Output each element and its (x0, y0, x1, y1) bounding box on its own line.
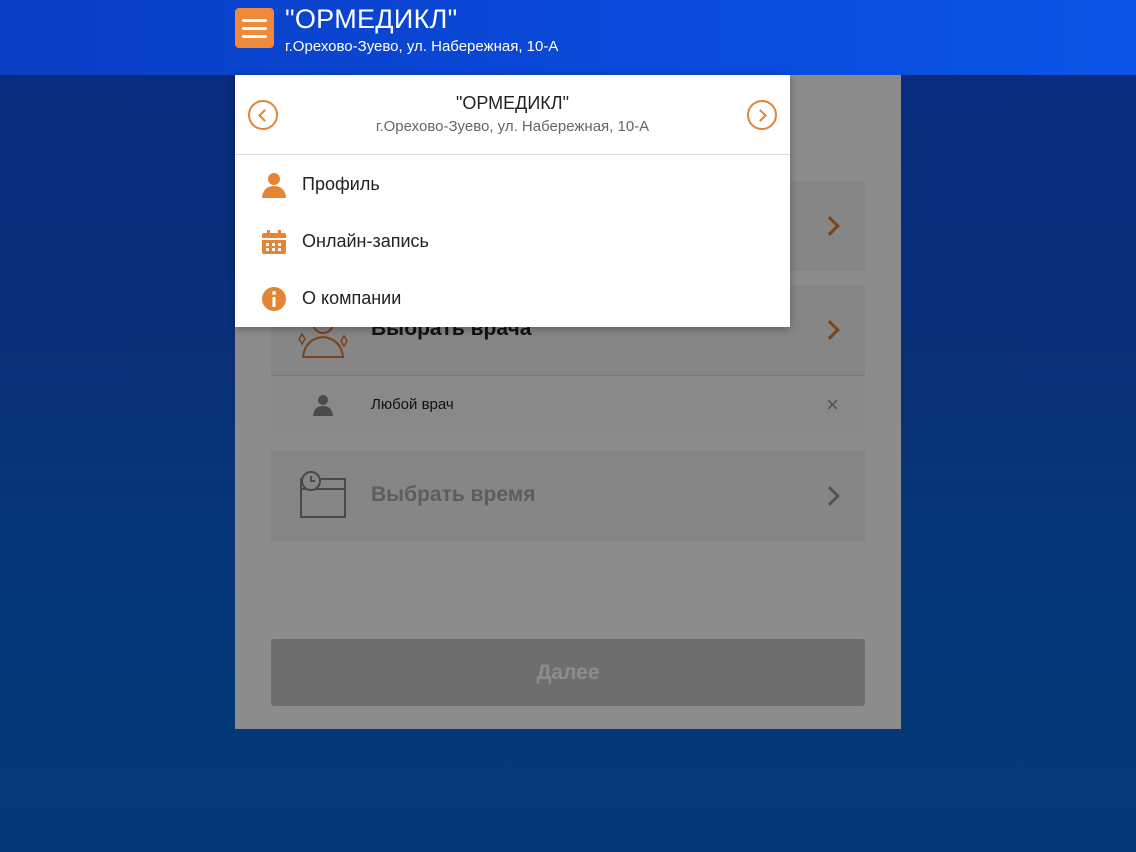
clinic-address: г.Орехово-Зуево, ул. Набережная, 10-А (285, 38, 559, 55)
menu-button[interactable] (235, 8, 274, 48)
info-icon (262, 287, 286, 311)
menu-item-label: Профиль (302, 174, 380, 194)
clinic-title: "ОРМЕДИКЛ" (285, 4, 458, 34)
dropdown-address: г.Орехово-Зуево, ул. Набережная, 10-А (375, 118, 650, 135)
menu-item-label: О компании (302, 288, 402, 308)
calendar-icon (262, 230, 286, 254)
next-clinic-icon[interactable] (747, 100, 777, 130)
menu-item-about[interactable]: О компании (235, 270, 790, 327)
dropdown-header: "ОРМЕДИКЛ" г.Орехово-Зуево, ул. Набережн… (235, 75, 790, 155)
menu-item-label: Онлайн-запись (302, 231, 429, 251)
menu-item-online-booking[interactable]: Онлайн-запись (235, 213, 790, 270)
menu-item-profile[interactable]: Профиль (235, 156, 790, 213)
dropdown-title: "ОРМЕДИКЛ" (455, 93, 569, 113)
top-header: "ОРМЕДИКЛ" г.Орехово-Зуево, ул. Набережн… (0, 0, 1136, 75)
hamburger-icon (242, 18, 267, 22)
user-icon (262, 173, 286, 198)
clinic-menu-dropdown: "ОРМЕДИКЛ" г.Орехово-Зуево, ул. Набережн… (235, 75, 790, 327)
